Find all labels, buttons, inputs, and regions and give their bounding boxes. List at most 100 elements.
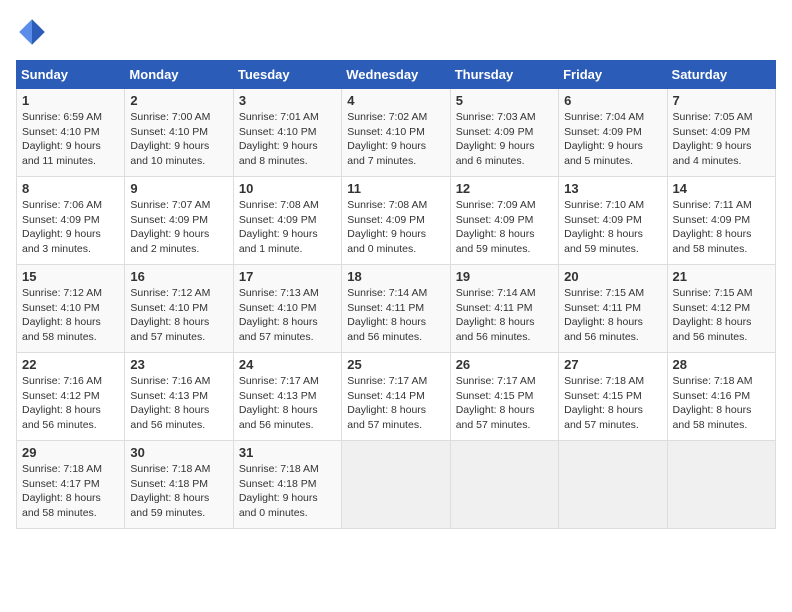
- calendar-cell: [450, 441, 558, 529]
- cell-info: Sunrise: 7:12 AM Sunset: 4:10 PM Dayligh…: [130, 286, 227, 345]
- cell-info: Sunrise: 7:08 AM Sunset: 4:09 PM Dayligh…: [347, 198, 444, 257]
- day-number: 8: [22, 181, 119, 196]
- day-number: 31: [239, 445, 336, 460]
- cell-info: Sunrise: 7:18 AM Sunset: 4:18 PM Dayligh…: [239, 462, 336, 521]
- calendar-cell: [667, 441, 775, 529]
- cell-info: Sunrise: 7:16 AM Sunset: 4:12 PM Dayligh…: [22, 374, 119, 433]
- calendar-cell: 9Sunrise: 7:07 AM Sunset: 4:09 PM Daylig…: [125, 177, 233, 265]
- day-number: 12: [456, 181, 553, 196]
- col-header-tuesday: Tuesday: [233, 61, 341, 89]
- col-header-saturday: Saturday: [667, 61, 775, 89]
- col-header-monday: Monday: [125, 61, 233, 89]
- calendar-cell: 8 Sunrise: 7:06 AM Sunset: 4:09 PM Daylig…: [17, 177, 125, 265]
- day-number: 23: [130, 357, 227, 372]
- cell-info: Sunrise: 7:08 AM Sunset: 4:09 PM Dayligh…: [239, 198, 336, 257]
- calendar-cell: [342, 441, 450, 529]
- calendar-cell: 19 Sunrise: 7:14 AM Sunset: 4:11 PM Dayli…: [450, 265, 558, 353]
- day-number: 3: [239, 93, 336, 108]
- calendar-cell: 5 Sunrise: 7:03 AM Sunset: 4:09 PM Daylig…: [450, 89, 558, 177]
- day-number: 22: [22, 357, 119, 372]
- cell-info: Sunrise: 7:16 AM Sunset: 4:13 PM Dayligh…: [130, 374, 227, 433]
- cell-info: Sunrise: 7:17 AM Sunset: 4:15 PM Dayligh…: [456, 374, 553, 433]
- calendar-cell: 3 Sunrise: 7:01 AM Sunset: 4:10 PM Daylig…: [233, 89, 341, 177]
- day-number: 28: [673, 357, 770, 372]
- calendar-cell: 15Sunrise: 7:12 AM Sunset: 4:10 PM Dayli…: [17, 265, 125, 353]
- calendar-cell: 2 Sunrise: 7:00 AM Sunset: 4:10 PM Daylig…: [125, 89, 233, 177]
- cell-info: Sunrise: 7:03 AM Sunset: 4:09 PM Dayligh…: [456, 110, 553, 169]
- calendar-cell: 31 Sunrise: 7:18 AM Sunset: 4:18 PM Dayli…: [233, 441, 341, 529]
- calendar-cell: 11 Sunrise: 7:08 AM Sunset: 4:09 PM Dayli…: [342, 177, 450, 265]
- cell-info: Sunrise: 7:14 AM Sunset: 4:11 PM Dayligh…: [456, 286, 553, 345]
- page-header: [16, 16, 776, 48]
- day-number: 11: [347, 181, 444, 196]
- day-number: 4: [347, 93, 444, 108]
- calendar-cell: 23 Sunrise: 7:16 AM Sunset: 4:13 PM Dayli…: [125, 353, 233, 441]
- calendar-cell: 14 Sunrise: 7:11 AM Sunset: 4:09 PM Dayli…: [667, 177, 775, 265]
- calendar-cell: 25Sunrise: 7:17 AM Sunset: 4:14 PM Dayli…: [342, 353, 450, 441]
- day-number: 19: [456, 269, 553, 284]
- cell-info: Sunrise: 7:05 AM Sunset: 4:09 PM Dayligh…: [673, 110, 770, 169]
- col-header-thursday: Thursday: [450, 61, 558, 89]
- calendar-cell: 16 Sunrise: 7:12 AM Sunset: 4:10 PM Dayli…: [125, 265, 233, 353]
- day-number: 24: [239, 357, 336, 372]
- cell-info: Sunrise: 7:01 AM Sunset: 4:10 PM Dayligh…: [239, 110, 336, 169]
- cell-info: Sunrise: 7:15 AM Sunset: 4:12 PM Dayligh…: [673, 286, 770, 345]
- day-number: 16: [130, 269, 227, 284]
- cell-info: Sunrise: 7:17 AM Sunset: 4:13 PM Dayligh…: [239, 374, 336, 433]
- calendar-cell: 13 Sunrise: 7:10 AM Sunset: 4:09 PM Dayli…: [559, 177, 667, 265]
- calendar-cell: 10 Sunrise: 7:08 AM Sunset: 4:09 PM Dayli…: [233, 177, 341, 265]
- day-number: 20: [564, 269, 661, 284]
- day-number: 25: [347, 357, 444, 372]
- cell-info: Sunrise: 7:09 AM Sunset: 4:09 PM Dayligh…: [456, 198, 553, 257]
- calendar-cell: 7 Sunrise: 7:05 AM Sunset: 4:09 PM Daylig…: [667, 89, 775, 177]
- calendar-cell: 29 Sunrise: 7:18 AM Sunset: 4:17 PM Dayli…: [17, 441, 125, 529]
- day-number: 17: [239, 269, 336, 284]
- calendar-table: SundayMondayTuesdayWednesdayThursdayFrid…: [16, 60, 776, 529]
- day-number: 13: [564, 181, 661, 196]
- cell-info: Sunrise: 6:59 AM Sunset: 4:10 PM Dayligh…: [22, 110, 119, 169]
- calendar-cell: 24 Sunrise: 7:17 AM Sunset: 4:13 PM Dayli…: [233, 353, 341, 441]
- cell-info: Sunrise: 7:02 AM Sunset: 4:10 PM Dayligh…: [347, 110, 444, 169]
- logo: [16, 16, 52, 48]
- cell-info: Sunrise: 7:15 AM Sunset: 4:11 PM Dayligh…: [564, 286, 661, 345]
- calendar-cell: 1 Sunrise: 6:59 AM Sunset: 4:10 PM Daylig…: [17, 89, 125, 177]
- calendar-cell: 12 Sunrise: 7:09 AM Sunset: 4:09 PM Dayli…: [450, 177, 558, 265]
- col-header-sunday: Sunday: [17, 61, 125, 89]
- calendar-cell: 6Sunrise: 7:04 AM Sunset: 4:09 PM Daylig…: [559, 89, 667, 177]
- day-number: 30: [130, 445, 227, 460]
- calendar-cell: 17 Sunrise: 7:13 AM Sunset: 4:10 PM Dayli…: [233, 265, 341, 353]
- cell-info: Sunrise: 7:12 AM Sunset: 4:10 PM Dayligh…: [22, 286, 119, 345]
- calendar-cell: [559, 441, 667, 529]
- calendar-cell: 4 Sunrise: 7:02 AM Sunset: 4:10 PM Daylig…: [342, 89, 450, 177]
- day-number: 29: [22, 445, 119, 460]
- col-header-friday: Friday: [559, 61, 667, 89]
- calendar-cell: 27Sunrise: 7:18 AM Sunset: 4:15 PM Dayli…: [559, 353, 667, 441]
- logo-icon: [16, 16, 48, 48]
- calendar-cell: 21 Sunrise: 7:15 AM Sunset: 4:12 PM Dayli…: [667, 265, 775, 353]
- day-number: 21: [673, 269, 770, 284]
- calendar-cell: 18Sunrise: 7:14 AM Sunset: 4:11 PM Dayli…: [342, 265, 450, 353]
- cell-info: Sunrise: 7:11 AM Sunset: 4:09 PM Dayligh…: [673, 198, 770, 257]
- cell-info: Sunrise: 7:18 AM Sunset: 4:16 PM Dayligh…: [673, 374, 770, 433]
- day-number: 1: [22, 93, 119, 108]
- cell-info: Sunrise: 7:00 AM Sunset: 4:10 PM Dayligh…: [130, 110, 227, 169]
- day-number: 10: [239, 181, 336, 196]
- day-number: 2: [130, 93, 227, 108]
- cell-info: Sunrise: 7:18 AM Sunset: 4:18 PM Dayligh…: [130, 462, 227, 521]
- col-header-wednesday: Wednesday: [342, 61, 450, 89]
- calendar-cell: 30 Sunrise: 7:18 AM Sunset: 4:18 PM Dayli…: [125, 441, 233, 529]
- cell-info: Sunrise: 7:13 AM Sunset: 4:10 PM Dayligh…: [239, 286, 336, 345]
- cell-info: Sunrise: 7:06 AM Sunset: 4:09 PM Dayligh…: [22, 198, 119, 257]
- day-number: 5: [456, 93, 553, 108]
- calendar-cell: 26 Sunrise: 7:17 AM Sunset: 4:15 PM Dayli…: [450, 353, 558, 441]
- cell-info: Sunrise: 7:10 AM Sunset: 4:09 PM Dayligh…: [564, 198, 661, 257]
- day-number: 14: [673, 181, 770, 196]
- day-number: 18: [347, 269, 444, 284]
- calendar-cell: 28 Sunrise: 7:18 AM Sunset: 4:16 PM Dayli…: [667, 353, 775, 441]
- day-number: 7: [673, 93, 770, 108]
- cell-info: Sunrise: 7:18 AM Sunset: 4:17 PM Dayligh…: [22, 462, 119, 521]
- day-number: 26: [456, 357, 553, 372]
- day-number: 27: [564, 357, 661, 372]
- day-number: 6: [564, 93, 661, 108]
- cell-info: Sunrise: 7:07 AM Sunset: 4:09 PM Dayligh…: [130, 198, 227, 257]
